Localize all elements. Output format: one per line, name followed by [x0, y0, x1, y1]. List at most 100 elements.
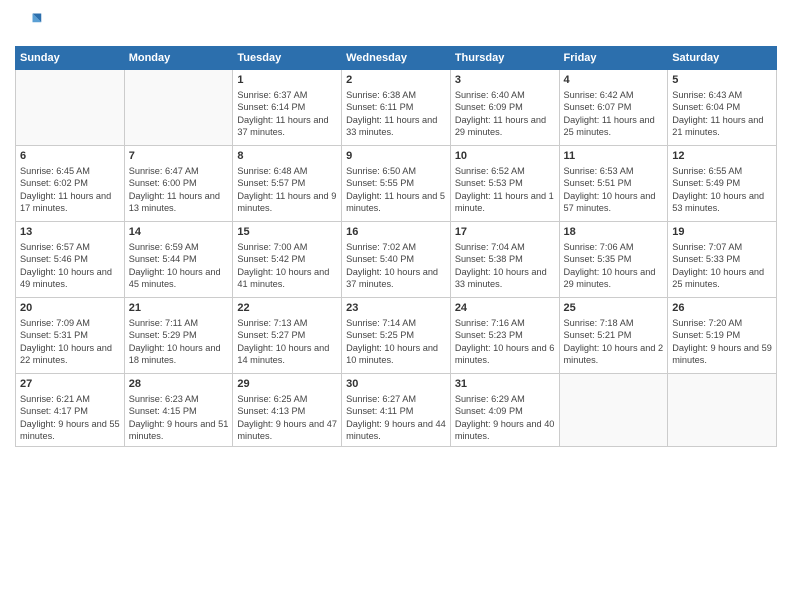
day-info: Sunset: 5:55 PM	[346, 177, 446, 189]
day-info: Sunrise: 6:48 AM	[237, 165, 337, 177]
day-info: Daylight: 11 hours and 17 minutes.	[20, 190, 120, 215]
day-info: Daylight: 10 hours and 45 minutes.	[129, 266, 229, 291]
day-info: Sunset: 5:40 PM	[346, 253, 446, 265]
day-info: Sunset: 5:29 PM	[129, 329, 229, 341]
day-info: Sunset: 5:42 PM	[237, 253, 337, 265]
day-info: Daylight: 10 hours and 29 minutes.	[564, 266, 664, 291]
day-info: Daylight: 10 hours and 10 minutes.	[346, 342, 446, 367]
day-number: 23	[346, 301, 446, 316]
calendar-cell: 8Sunrise: 6:48 AMSunset: 5:57 PMDaylight…	[233, 146, 342, 222]
calendar-cell: 24Sunrise: 7:16 AMSunset: 5:23 PMDayligh…	[450, 298, 559, 374]
day-info: Sunset: 6:11 PM	[346, 101, 446, 113]
day-info: Sunrise: 6:43 AM	[672, 89, 772, 101]
day-info: Daylight: 10 hours and 18 minutes.	[129, 342, 229, 367]
day-number: 26	[672, 301, 772, 316]
day-info: Sunrise: 6:25 AM	[237, 393, 337, 405]
day-number: 20	[20, 301, 120, 316]
day-info: Sunrise: 7:00 AM	[237, 241, 337, 253]
day-info: Daylight: 11 hours and 33 minutes.	[346, 114, 446, 139]
day-info: Daylight: 11 hours and 9 minutes.	[237, 190, 337, 215]
day-info: Sunrise: 7:07 AM	[672, 241, 772, 253]
day-info: Sunrise: 7:11 AM	[129, 317, 229, 329]
day-number: 18	[564, 225, 664, 240]
day-number: 5	[672, 73, 772, 88]
day-info: Daylight: 11 hours and 29 minutes.	[455, 114, 555, 139]
day-info: Sunset: 6:04 PM	[672, 101, 772, 113]
day-info: Sunrise: 7:20 AM	[672, 317, 772, 329]
day-info: Daylight: 11 hours and 13 minutes.	[129, 190, 229, 215]
day-info: Sunset: 5:44 PM	[129, 253, 229, 265]
calendar-cell: 6Sunrise: 6:45 AMSunset: 6:02 PMDaylight…	[16, 146, 125, 222]
day-number: 10	[455, 149, 555, 164]
day-info: Sunset: 4:15 PM	[129, 405, 229, 417]
day-info: Daylight: 9 hours and 47 minutes.	[237, 418, 337, 443]
day-info: Sunset: 5:38 PM	[455, 253, 555, 265]
day-number: 14	[129, 225, 229, 240]
logo	[15, 10, 47, 38]
day-info: Sunset: 6:07 PM	[564, 101, 664, 113]
day-info: Sunrise: 7:16 AM	[455, 317, 555, 329]
day-info: Sunset: 6:14 PM	[237, 101, 337, 113]
calendar-cell	[559, 374, 668, 447]
calendar-cell: 11Sunrise: 6:53 AMSunset: 5:51 PMDayligh…	[559, 146, 668, 222]
day-info: Sunrise: 7:02 AM	[346, 241, 446, 253]
calendar-cell: 13Sunrise: 6:57 AMSunset: 5:46 PMDayligh…	[16, 222, 125, 298]
weekday-header-friday: Friday	[559, 47, 668, 70]
weekday-header-wednesday: Wednesday	[342, 47, 451, 70]
day-info: Daylight: 10 hours and 57 minutes.	[564, 190, 664, 215]
day-info: Sunrise: 6:29 AM	[455, 393, 555, 405]
day-info: Sunrise: 6:47 AM	[129, 165, 229, 177]
day-number: 15	[237, 225, 337, 240]
day-info: Sunset: 5:19 PM	[672, 329, 772, 341]
day-info: Sunset: 4:13 PM	[237, 405, 337, 417]
day-info: Sunrise: 6:50 AM	[346, 165, 446, 177]
calendar-cell	[124, 70, 233, 146]
day-info: Sunrise: 6:27 AM	[346, 393, 446, 405]
day-info: Daylight: 10 hours and 49 minutes.	[20, 266, 120, 291]
calendar-cell	[16, 70, 125, 146]
weekday-header-monday: Monday	[124, 47, 233, 70]
day-info: Daylight: 10 hours and 53 minutes.	[672, 190, 772, 215]
day-number: 4	[564, 73, 664, 88]
day-info: Daylight: 11 hours and 21 minutes.	[672, 114, 772, 139]
day-info: Daylight: 9 hours and 44 minutes.	[346, 418, 446, 443]
calendar-week-row: 6Sunrise: 6:45 AMSunset: 6:02 PMDaylight…	[16, 146, 777, 222]
logo-icon	[15, 10, 43, 38]
day-info: Daylight: 11 hours and 5 minutes.	[346, 190, 446, 215]
day-info: Sunrise: 6:52 AM	[455, 165, 555, 177]
day-number: 3	[455, 73, 555, 88]
day-number: 29	[237, 377, 337, 392]
calendar-cell: 20Sunrise: 7:09 AMSunset: 5:31 PMDayligh…	[16, 298, 125, 374]
calendar-cell: 27Sunrise: 6:21 AMSunset: 4:17 PMDayligh…	[16, 374, 125, 447]
calendar-cell: 15Sunrise: 7:00 AMSunset: 5:42 PMDayligh…	[233, 222, 342, 298]
calendar-cell: 16Sunrise: 7:02 AMSunset: 5:40 PMDayligh…	[342, 222, 451, 298]
day-number: 21	[129, 301, 229, 316]
day-info: Daylight: 10 hours and 22 minutes.	[20, 342, 120, 367]
day-info: Sunrise: 7:09 AM	[20, 317, 120, 329]
day-info: Sunset: 5:33 PM	[672, 253, 772, 265]
day-info: Sunrise: 6:37 AM	[237, 89, 337, 101]
day-number: 31	[455, 377, 555, 392]
day-info: Sunset: 5:27 PM	[237, 329, 337, 341]
day-info: Sunrise: 7:13 AM	[237, 317, 337, 329]
calendar-cell: 1Sunrise: 6:37 AMSunset: 6:14 PMDaylight…	[233, 70, 342, 146]
day-info: Sunset: 6:02 PM	[20, 177, 120, 189]
weekday-header-thursday: Thursday	[450, 47, 559, 70]
calendar-cell: 29Sunrise: 6:25 AMSunset: 4:13 PMDayligh…	[233, 374, 342, 447]
calendar-cell: 3Sunrise: 6:40 AMSunset: 6:09 PMDaylight…	[450, 70, 559, 146]
day-info: Sunset: 6:00 PM	[129, 177, 229, 189]
day-info: Daylight: 9 hours and 40 minutes.	[455, 418, 555, 443]
weekday-header-sunday: Sunday	[16, 47, 125, 70]
calendar-week-row: 20Sunrise: 7:09 AMSunset: 5:31 PMDayligh…	[16, 298, 777, 374]
calendar-cell: 21Sunrise: 7:11 AMSunset: 5:29 PMDayligh…	[124, 298, 233, 374]
day-info: Sunrise: 6:21 AM	[20, 393, 120, 405]
day-info: Sunrise: 6:23 AM	[129, 393, 229, 405]
day-info: Sunset: 5:35 PM	[564, 253, 664, 265]
calendar-cell: 12Sunrise: 6:55 AMSunset: 5:49 PMDayligh…	[668, 146, 777, 222]
calendar-cell: 28Sunrise: 6:23 AMSunset: 4:15 PMDayligh…	[124, 374, 233, 447]
day-number: 24	[455, 301, 555, 316]
day-info: Sunrise: 7:04 AM	[455, 241, 555, 253]
calendar-cell: 22Sunrise: 7:13 AMSunset: 5:27 PMDayligh…	[233, 298, 342, 374]
day-info: Daylight: 11 hours and 37 minutes.	[237, 114, 337, 139]
day-number: 1	[237, 73, 337, 88]
